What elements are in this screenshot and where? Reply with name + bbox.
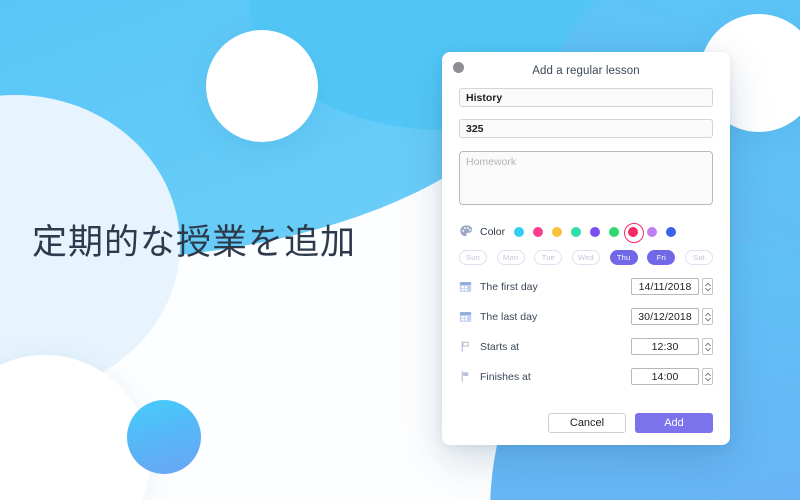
color-swatch-list	[514, 222, 677, 243]
stepper-arrows-icon[interactable]	[702, 368, 713, 385]
stepper-group: 14:00	[631, 368, 713, 385]
stepper-value-input[interactable]: 30/12/2018	[631, 308, 699, 325]
field-row-starts-at: Starts at 12:30	[459, 338, 713, 355]
room-input[interactable]	[459, 119, 713, 138]
color-swatch-pink[interactable]	[533, 226, 544, 237]
day-selector: Sun Mon Tue Wed Thu Fri Sat	[459, 250, 713, 265]
day-pill-wed[interactable]: Wed	[571, 250, 600, 265]
stepper-group: 12:30	[631, 338, 713, 355]
field-row-finishes-at: Finishes at 14:00	[459, 368, 713, 385]
circle-blue-gradient	[127, 400, 201, 474]
stepper-arrows-icon[interactable]	[702, 278, 713, 295]
color-picker-row: Color	[459, 222, 713, 243]
homework-textarea[interactable]	[459, 151, 713, 205]
day-pill-sun[interactable]: Sun	[459, 250, 487, 265]
calendar-icon	[459, 280, 472, 293]
stepper-value-input[interactable]: 12:30	[631, 338, 699, 355]
dialog-title: Add a regular lesson	[532, 65, 640, 77]
day-pill-fri[interactable]: Fri	[647, 250, 676, 265]
field-label: The first day	[480, 280, 538, 293]
stepper-group: 14/11/2018	[631, 278, 713, 295]
schedule-field-rows: The first day 14/11/2018 The last day 30/12…	[459, 278, 713, 385]
color-swatch-mint[interactable]	[571, 226, 582, 237]
day-pill-tue[interactable]: Tue	[534, 250, 563, 265]
color-swatch-crimson-pink[interactable]	[624, 222, 645, 243]
add-button[interactable]: Add	[635, 413, 713, 433]
field-row-the-last-day: The last day 30/12/2018	[459, 308, 713, 325]
field-row-the-first-day: The first day 14/11/2018	[459, 278, 713, 295]
color-swatch-orchid[interactable]	[647, 226, 658, 237]
flag-start-icon	[459, 340, 472, 353]
cancel-button[interactable]: Cancel	[548, 413, 626, 433]
color-label: Color	[480, 225, 506, 238]
color-swatch-blue[interactable]	[666, 226, 677, 237]
color-swatch-violet[interactable]	[590, 226, 601, 237]
day-pill-mon[interactable]: Mon	[496, 250, 525, 265]
stepper-arrows-icon[interactable]	[702, 308, 713, 325]
color-swatch-cyan[interactable]	[514, 226, 525, 237]
close-icon[interactable]	[453, 62, 464, 73]
dialog-body: Color Sun Mon Tue Wed Thu Fri Sat The first da…	[442, 77, 730, 385]
field-label: Finishes at	[480, 370, 531, 383]
day-pill-sat[interactable]: Sat	[684, 250, 713, 265]
stepper-arrows-icon[interactable]	[702, 338, 713, 355]
screenshot-root: 定期的な授業を追加 Add a regular lesson History 3…	[0, 0, 800, 500]
color-swatch-amber[interactable]	[552, 226, 563, 237]
color-swatch-green[interactable]	[609, 226, 620, 237]
field-label: Starts at	[480, 340, 520, 353]
stepper-group: 30/12/2018	[631, 308, 713, 325]
page-headline: 定期的な授業を追加	[32, 223, 357, 263]
circle-white-top	[206, 30, 318, 142]
dialog-footer: Cancel Add	[442, 401, 730, 445]
stepper-value-input[interactable]: 14/11/2018	[631, 278, 699, 295]
subject-input[interactable]	[459, 88, 713, 107]
palette-icon	[459, 224, 474, 239]
field-label: The last day	[480, 310, 538, 323]
add-lesson-dialog: Add a regular lesson Color	[442, 52, 730, 445]
day-pill-thu[interactable]: Thu	[609, 250, 638, 265]
stepper-value-input[interactable]: 14:00	[631, 368, 699, 385]
flag-finish-icon	[459, 370, 472, 383]
calendar-icon	[459, 310, 472, 323]
